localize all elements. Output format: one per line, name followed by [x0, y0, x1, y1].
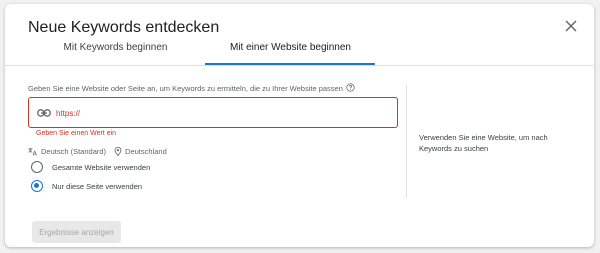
radio-button[interactable]: [31, 161, 43, 173]
help-circle-icon[interactable]: [346, 83, 355, 92]
tab-keywords[interactable]: Mit Keywords beginnen: [28, 41, 203, 65]
tab-bar: Mit Keywords beginnen Mit einer Website …: [28, 41, 378, 65]
website-prompt: Geben Sie eine Website oder Seite an, um…: [28, 83, 355, 93]
targeting-info: Deutsch (Standard) Deutschland: [28, 147, 167, 156]
keyword-discovery-dialog: Neue Keywords entdecken Mit Keywords beg…: [5, 4, 594, 247]
show-results-button[interactable]: Ergebnisse anzeigen: [32, 221, 121, 243]
dialog-title: Neue Keywords entdecken: [28, 19, 220, 36]
radio-this-page-only[interactable]: Nur diese Seite verwenden: [28, 180, 142, 192]
radio-label: Gesamte Website verwenden: [52, 162, 151, 172]
location-pin-icon: [114, 147, 122, 156]
language-label[interactable]: Deutsch (Standard): [41, 147, 106, 156]
tab-website[interactable]: Mit einer Website beginnen: [203, 41, 378, 65]
link-icon: [37, 109, 51, 117]
translate-icon: [28, 147, 37, 156]
website-url-input[interactable]: [56, 105, 386, 121]
website-url-field[interactable]: [28, 97, 398, 128]
close-icon[interactable]: [563, 18, 579, 34]
website-prompt-text: Geben Sie eine Website oder Seite an, um…: [28, 84, 343, 93]
side-hint: Verwenden Sie eine Website, um nach Keyw…: [419, 133, 548, 153]
vertical-divider: [406, 85, 407, 198]
tab-divider: [5, 65, 594, 66]
radio-label: Nur diese Seite verwenden: [52, 181, 143, 191]
location-label[interactable]: Deutschland: [125, 147, 167, 156]
url-error-message: Geben Sie einen Wert ein: [36, 130, 117, 137]
radio-button-checked[interactable]: [31, 180, 43, 192]
radio-entire-website[interactable]: Gesamte Website verwenden: [28, 161, 150, 173]
